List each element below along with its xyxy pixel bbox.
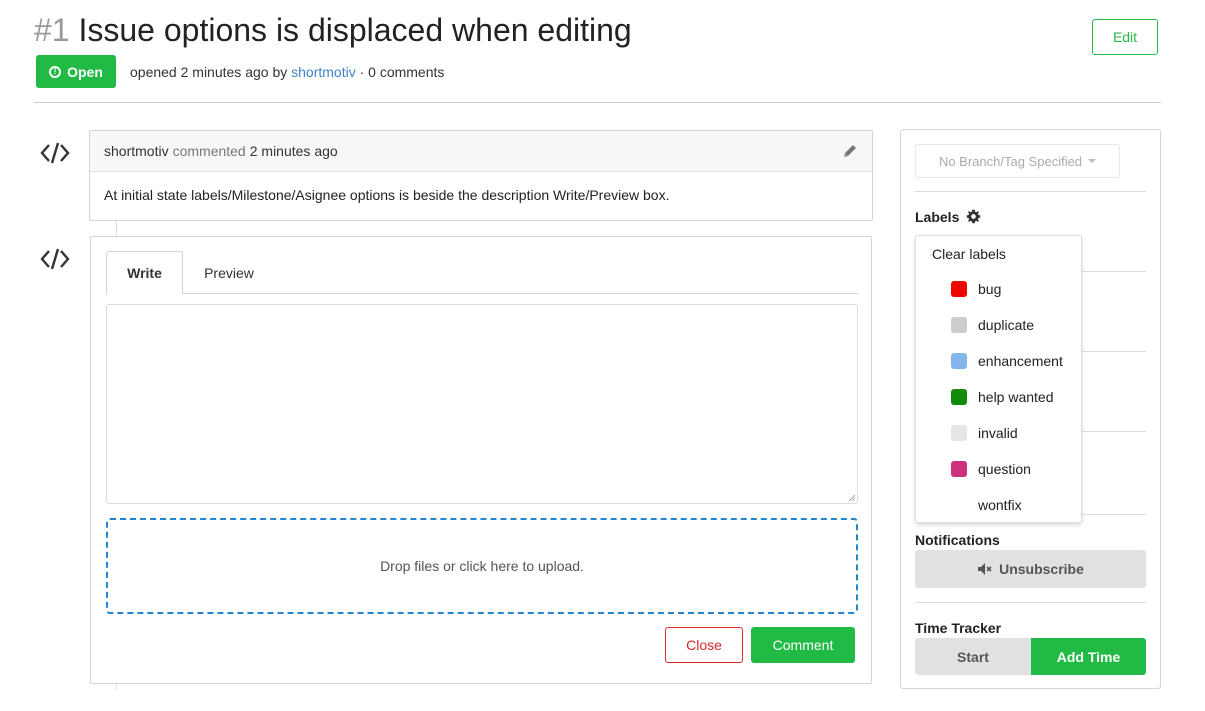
label-item-bug[interactable]: bug [951, 279, 1001, 299]
comment-action: commented [172, 143, 246, 159]
unsubscribe-button[interactable]: Unsubscribe [915, 550, 1146, 588]
issue-title-text: Issue options is displaced when editing [78, 12, 632, 48]
comment-time: 2 minutes ago [249, 143, 338, 159]
meta-suffix: · 0 comments [359, 63, 445, 80]
tab-preview[interactable]: Preview [183, 251, 275, 294]
gear-icon[interactable] [966, 209, 981, 224]
label-swatch [951, 461, 967, 477]
notifications-heading: Notifications [915, 532, 1000, 548]
labels-heading-text: Labels [915, 209, 960, 225]
label-item-question[interactable]: question [951, 459, 1031, 479]
label-swatch [951, 317, 967, 333]
issue-meta: ! Open opened 2 minutes ago by shortmoti… [36, 55, 444, 88]
code-icon [40, 142, 70, 164]
label-item-duplicate[interactable]: duplicate [951, 315, 1034, 335]
label-swatch [951, 389, 967, 405]
start-timer-button[interactable]: Start [915, 638, 1031, 675]
close-button[interactable]: Close [665, 627, 743, 663]
comment-author[interactable]: shortmotiv [104, 143, 169, 159]
label-item-wontfix[interactable]: wontfix [951, 495, 1022, 515]
status-badge: ! Open [36, 55, 116, 88]
label-swatch [951, 425, 967, 441]
file-dropzone[interactable]: Drop files or click here to upload. [106, 518, 858, 614]
pencil-icon[interactable] [842, 143, 858, 159]
comment-header: shortmotiv commented 2 minutes ago [90, 131, 872, 172]
status-badge-label: Open [67, 63, 103, 80]
comment-body: At initial state labels/Milestone/Asigne… [104, 187, 670, 203]
exclamation-icon: ! [49, 65, 62, 78]
author-link[interactable]: shortmotiv [291, 64, 356, 80]
label-swatch [951, 497, 967, 513]
mute-icon [978, 563, 992, 575]
label-item-name: enhancement [978, 353, 1063, 369]
label-item-help-wanted[interactable]: help wanted [951, 387, 1054, 407]
comment-editor: Write Preview Drop files or click here t… [90, 236, 872, 684]
issue-number: #1 [34, 12, 70, 48]
issue-meta-text: opened 2 minutes ago by shortmotiv · 0 c… [130, 64, 444, 80]
time-tracker-heading: Time Tracker [915, 620, 1002, 636]
branch-selector-label: No Branch/Tag Specified [938, 153, 1083, 169]
code-icon [40, 248, 70, 270]
add-time-button[interactable]: Add Time [1031, 638, 1146, 675]
branch-selector[interactable]: No Branch/Tag Specified [915, 144, 1120, 178]
caret-down-icon [1088, 159, 1097, 163]
label-swatch [951, 353, 967, 369]
resize-handle-icon[interactable] [848, 494, 856, 502]
sidebar-divider [915, 191, 1146, 192]
comment-textarea[interactable] [106, 304, 858, 504]
edit-button[interactable]: Edit [1092, 19, 1158, 55]
tab-write[interactable]: Write [106, 251, 183, 295]
clear-labels-item[interactable]: Clear labels [932, 246, 1006, 262]
labels-heading[interactable]: Labels [915, 209, 981, 225]
header-divider [34, 102, 1161, 103]
label-swatch [951, 281, 967, 297]
comment-button[interactable]: Comment [751, 627, 855, 663]
sidebar-divider [915, 602, 1146, 603]
issue-title: #1 Issue options is displaced when editi… [34, 12, 632, 49]
label-item-enhancement[interactable]: enhancement [951, 351, 1063, 371]
meta-prefix: opened 2 minutes ago by [130, 63, 288, 80]
unsubscribe-label: Unsubscribe [999, 561, 1084, 577]
label-item-name: wontfix [978, 497, 1022, 513]
label-item-invalid[interactable]: invalid [951, 423, 1018, 443]
label-item-name: invalid [978, 425, 1018, 441]
comment: shortmotiv commented 2 minutes ago At in… [89, 130, 873, 221]
label-item-name: question [978, 461, 1031, 477]
label-item-name: duplicate [978, 317, 1035, 333]
label-item-name: bug [978, 281, 1002, 297]
labels-dropdown: Clear labels bug duplicate enhancement h… [915, 235, 1082, 523]
label-item-name: help wanted [978, 389, 1054, 405]
editor-tabs: Write Preview [106, 251, 858, 295]
